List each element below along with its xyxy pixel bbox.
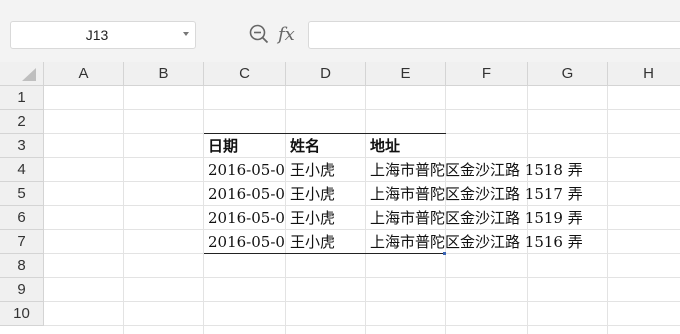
name-box-value: J13 (85, 27, 109, 43)
row-header-2[interactable]: 2 (0, 110, 44, 134)
fill-handle[interactable] (443, 252, 446, 255)
row-header-5[interactable]: 5 (0, 182, 44, 206)
select-all-corner[interactable] (0, 62, 44, 86)
row-header-8[interactable]: 8 (0, 254, 44, 278)
formula-bar: J13 fx (0, 8, 680, 62)
date-cell[interactable]: 2016-05-0 (204, 230, 285, 253)
window-top-strip (0, 0, 680, 8)
column-header-a[interactable]: A (44, 62, 124, 86)
column-header-g[interactable]: G (528, 62, 608, 86)
column-header-c[interactable]: C (204, 62, 286, 86)
address-cell[interactable]: 上海市普陀区金沙江路 1516 弄 (366, 230, 583, 253)
column-header-d[interactable]: D (286, 62, 366, 86)
row-header-3[interactable]: 3 (0, 134, 44, 158)
address-cell[interactable]: 上海市普陀区金沙江路 1517 弄 (366, 182, 583, 205)
table-header-cell[interactable]: 日期 (204, 134, 285, 157)
grid-vline (607, 86, 608, 334)
address-cell[interactable]: 上海市普陀区金沙江路 1519 弄 (366, 206, 583, 229)
column-header-f[interactable]: F (446, 62, 528, 86)
grid-hline (44, 301, 680, 302)
grid-hline (44, 325, 680, 326)
table-top-rule (204, 133, 446, 134)
row-header-4[interactable]: 4 (0, 158, 44, 182)
chevron-down-icon[interactable] (183, 32, 189, 36)
select-all-triangle-icon (22, 68, 36, 81)
name-cell[interactable]: 王小虎 (286, 182, 365, 205)
date-cell[interactable]: 2016-05-0 (204, 206, 285, 229)
row-header-9[interactable]: 9 (0, 278, 44, 302)
table-header-cell[interactable]: 姓名 (286, 134, 365, 157)
name-cell[interactable]: 王小虎 (286, 158, 365, 181)
column-header-h[interactable]: H (608, 62, 680, 86)
formula-input[interactable] (308, 21, 680, 49)
name-cell[interactable]: 王小虎 (286, 230, 365, 253)
row-header-6[interactable]: 6 (0, 206, 44, 230)
row-header-1[interactable]: 1 (0, 86, 44, 110)
row-header-7[interactable]: 7 (0, 230, 44, 254)
column-header-e[interactable]: E (366, 62, 446, 86)
grid-hline (44, 277, 680, 278)
table-header-cell[interactable]: 地址 (366, 134, 445, 157)
grid-hline (44, 109, 680, 110)
date-cell[interactable]: 2016-05-0 (204, 182, 285, 205)
row-header-10[interactable]: 10 (0, 302, 44, 326)
column-header-b[interactable]: B (124, 62, 204, 86)
fx-icon[interactable]: fx (278, 21, 295, 49)
table-bottom-rule (204, 253, 446, 254)
address-cell[interactable]: 上海市普陀区金沙江路 1518 弄 (366, 158, 583, 181)
zoom-magnifier-icon[interactable] (248, 23, 270, 45)
date-cell[interactable]: 2016-05-0 (204, 158, 285, 181)
grid-vline (123, 86, 124, 334)
spreadsheet-grid[interactable]: ABCDEFGH 1 2 3 4 5 6 7 8 9 10 日期 姓名 地址 2016-05-0 王小虎上… (0, 62, 680, 334)
name-cell[interactable]: 王小虎 (286, 206, 365, 229)
name-box[interactable]: J13 (10, 21, 196, 49)
